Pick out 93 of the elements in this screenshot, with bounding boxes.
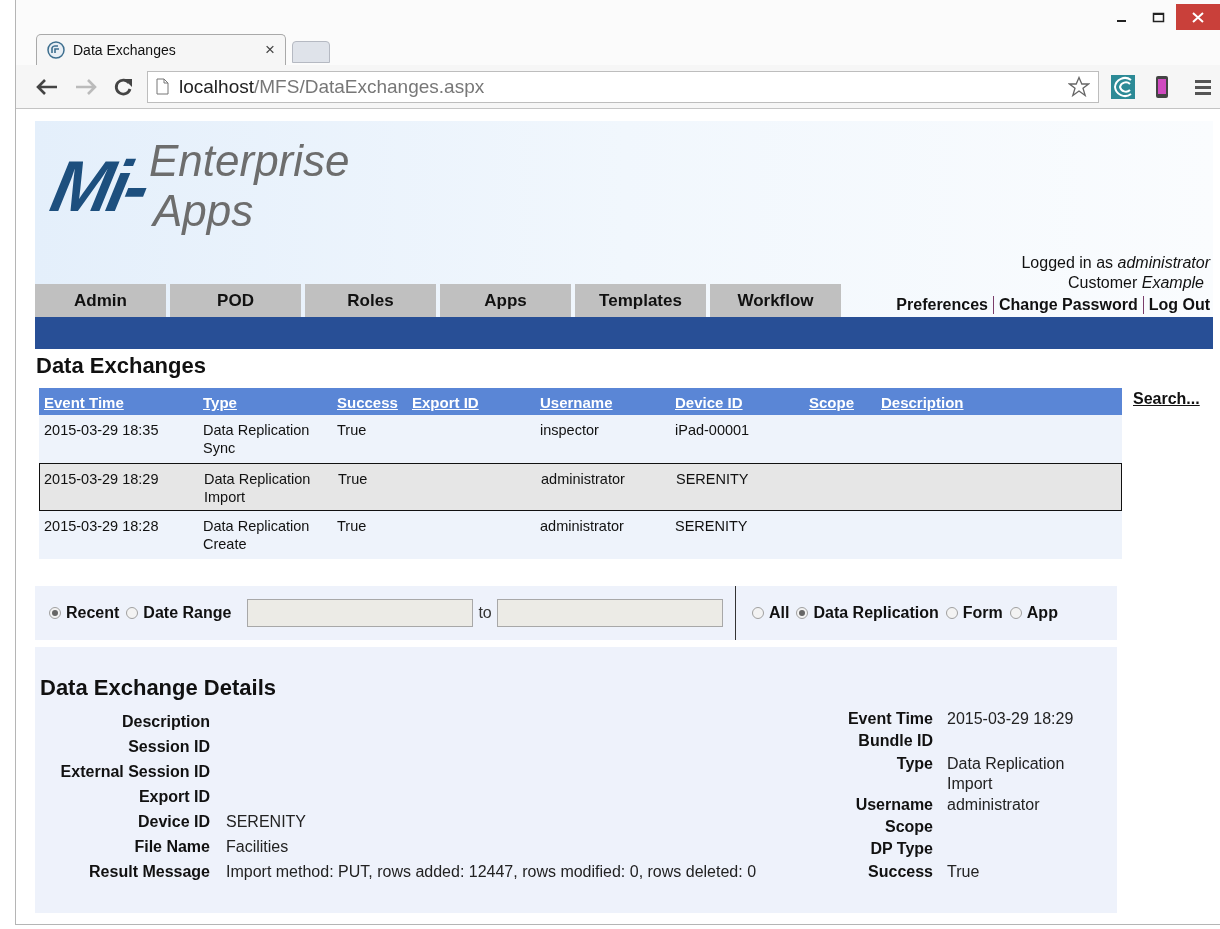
nav-tab[interactable]: Templates xyxy=(575,284,706,317)
table-cell-text: inspector xyxy=(539,421,600,440)
phone-icon[interactable] xyxy=(1155,74,1169,99)
radio-button[interactable] xyxy=(1009,607,1022,619)
field-label: File Name xyxy=(133,837,210,857)
table-cell-text: SERENITY xyxy=(674,517,749,536)
field-value: SERENITY xyxy=(226,812,307,832)
table-row[interactable]: 2015-03-29 18:29 Data Replication Import True administrator SERENITY xyxy=(39,463,1122,511)
header-link[interactable]: Change Password xyxy=(994,295,1143,315)
field-value: 2015-03-29 18:29 xyxy=(947,709,1075,729)
table-cell-text: True xyxy=(336,421,368,440)
field-label: External Session ID xyxy=(59,762,210,782)
field-value: Facilities xyxy=(226,837,290,857)
table-cell-text: administrator xyxy=(540,470,626,489)
nav-tab[interactable]: Roles xyxy=(305,284,436,317)
close-icon[interactable] xyxy=(1192,11,1204,23)
column-header-link[interactable]: Device ID xyxy=(670,388,804,415)
field-label: DP Type xyxy=(869,839,933,860)
table-cell-text: Data Replication Sync xyxy=(202,421,311,458)
radio-button[interactable] xyxy=(126,607,139,619)
table-row[interactable]: 2015-03-29 18:35 Data Replication Sync True inspector iPad-00001 xyxy=(39,415,1122,463)
field-label: Success xyxy=(867,861,933,882)
field-label: Type xyxy=(895,753,933,774)
radio-label: All xyxy=(769,604,790,622)
field-label: Username xyxy=(854,794,933,815)
date-field[interactable] xyxy=(496,599,723,627)
radio-button[interactable] xyxy=(49,607,61,619)
nav-tab[interactable]: Admin xyxy=(35,284,166,317)
tab-title: Data Exchanges xyxy=(73,42,177,58)
reload-icon[interactable] xyxy=(113,76,133,97)
field-label: Bundle ID xyxy=(857,731,933,752)
radio-label: Date Range xyxy=(143,604,232,622)
table-cell-text: 2015-03-29 18:28 xyxy=(43,517,160,536)
tab-close-button[interactable]: × xyxy=(265,40,275,60)
page-icon xyxy=(156,78,169,95)
column-header-link[interactable]: Scope xyxy=(804,388,876,415)
table-cell-text: SERENITY xyxy=(675,470,750,489)
table-cell-text: 2015-03-29 18:35 xyxy=(43,421,160,440)
radio-label: Form xyxy=(962,604,1003,622)
field-label: Event Time xyxy=(846,709,933,729)
field-label: Session ID xyxy=(127,737,210,757)
header-link[interactable]: Preferences xyxy=(891,295,993,315)
table-row[interactable]: 2015-03-29 18:28 Data Replication Create True administrator SERENITY xyxy=(39,511,1122,559)
field-value: Import method: PUT, rows added: 12447, rows modified: 0, rows deleted: 0 xyxy=(226,862,757,882)
radio-label: App xyxy=(1026,604,1058,622)
field-label: Export ID xyxy=(137,787,210,807)
nav-tab[interactable]: Apps xyxy=(440,284,571,317)
logo-text: Apps xyxy=(150,186,255,236)
table-cell-text: iPad-00001 xyxy=(674,421,751,440)
circle-logo-icon xyxy=(47,41,65,59)
table-cell-text: administrator xyxy=(539,517,625,536)
page-title: Data Exchanges xyxy=(36,353,207,380)
column-header-link[interactable]: Username xyxy=(535,388,670,415)
header-link[interactable]: Log Out xyxy=(1143,295,1210,315)
url-path: /MFS/DataExchanges.aspx xyxy=(254,75,486,98)
maximize-icon[interactable] xyxy=(1151,11,1165,23)
column-header-link[interactable]: Success xyxy=(332,388,407,415)
radio-label: Recent xyxy=(66,604,120,622)
radio-button[interactable] xyxy=(752,607,764,619)
star-icon[interactable] xyxy=(1068,76,1090,97)
url-host: localhost xyxy=(179,75,254,98)
column-header-link[interactable]: Export ID xyxy=(407,388,535,415)
field-label: Description xyxy=(121,712,210,732)
date-field[interactable] xyxy=(247,599,474,627)
field-label: Result Message xyxy=(88,862,210,882)
wave-extension-icon[interactable] xyxy=(1111,74,1135,99)
menu-icon[interactable] xyxy=(1195,78,1211,95)
table-cell-text: Data Replication Create xyxy=(202,517,311,554)
search-link[interactable]: Search... xyxy=(1133,390,1200,408)
field-label: Scope xyxy=(884,817,933,838)
table-cell-text: True xyxy=(337,470,369,489)
back-icon[interactable] xyxy=(36,77,58,96)
nav-tab[interactable]: Workflow xyxy=(710,284,841,317)
browser-tab[interactable]: Data Exchanges × xyxy=(36,34,286,65)
section-title: Data Exchange Details xyxy=(40,675,277,702)
radio-label: Data Replication xyxy=(813,604,939,622)
radio-button[interactable] xyxy=(796,607,809,619)
close-button[interactable] xyxy=(1176,4,1220,30)
field-label: Device ID xyxy=(136,812,210,832)
table-cell-text: True xyxy=(336,517,368,536)
nav-tab[interactable]: POD xyxy=(170,284,301,317)
field-value: True xyxy=(947,861,981,882)
table-cell-text: Data Replication Import xyxy=(203,470,312,507)
column-header-link[interactable]: Type xyxy=(198,388,332,415)
to-label: to xyxy=(478,604,492,622)
address-field[interactable]: localhost/MFS/DataExchanges.aspx xyxy=(147,70,1099,103)
column-header-link[interactable]: Description xyxy=(876,388,1122,415)
login-text: Logged in as administrator xyxy=(1021,253,1210,273)
table-cell-text: 2015-03-29 18:29 xyxy=(43,470,160,489)
customer-text: Customer Example xyxy=(1067,273,1205,293)
field-value: administrator xyxy=(947,794,1041,815)
column-header-link[interactable]: Event Time xyxy=(39,388,198,415)
radio-button[interactable] xyxy=(945,607,958,619)
